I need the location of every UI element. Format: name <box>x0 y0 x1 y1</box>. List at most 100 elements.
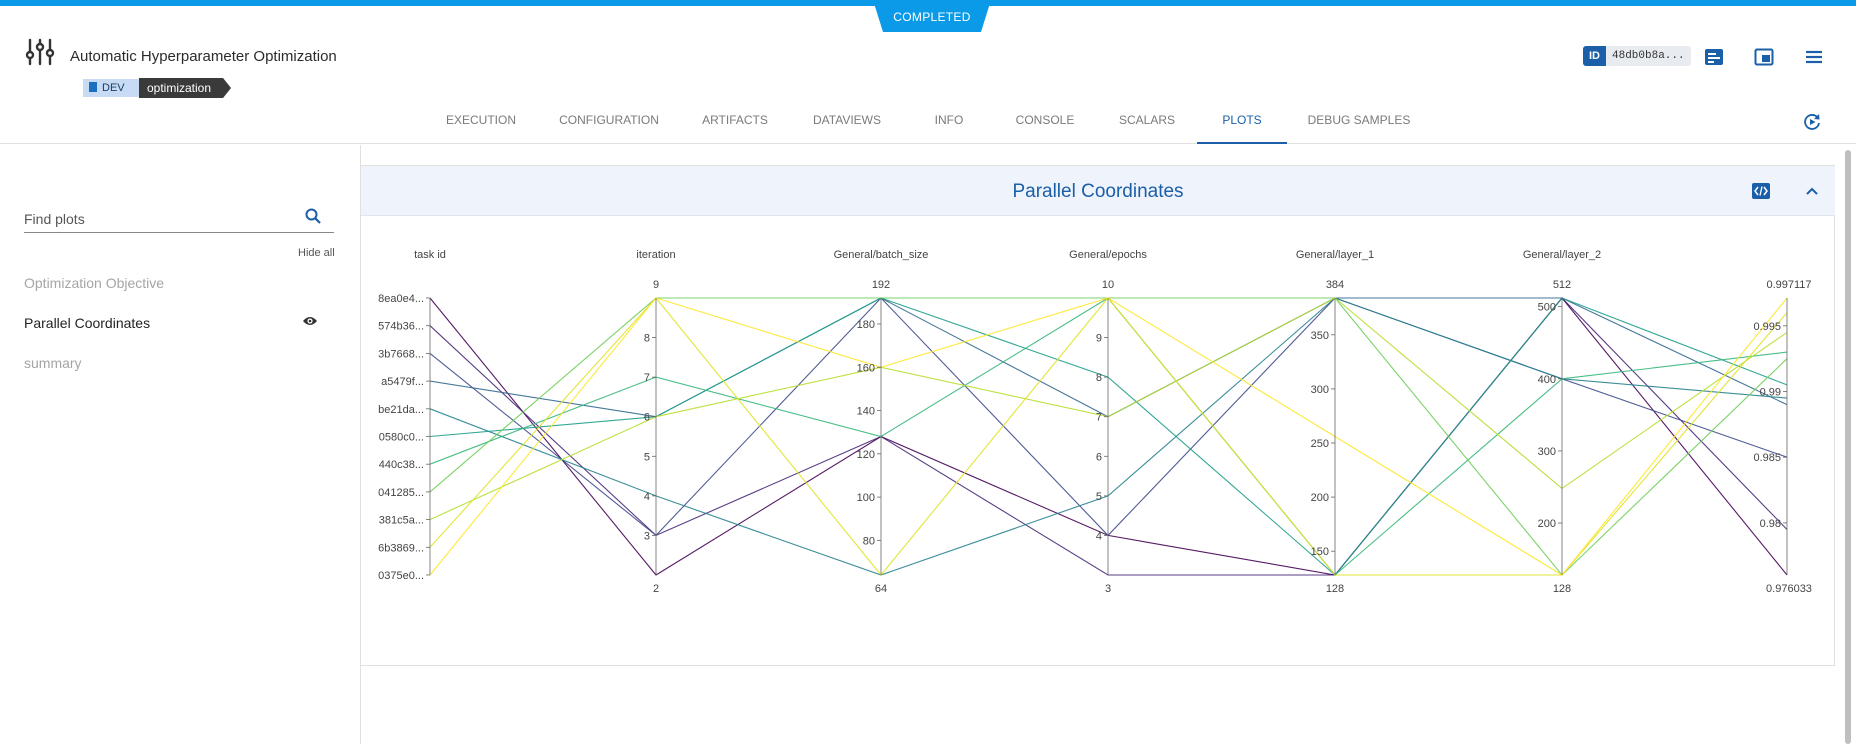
task-title: Automatic Hyperparameter Optimization <box>70 48 337 65</box>
axis-title: iteration <box>636 249 675 261</box>
tick-label: 10 <box>1102 279 1114 291</box>
tick-label: 9 <box>653 279 659 291</box>
plots-content: Parallel Coordinates task id 8ea0e4... 574… <box>361 145 1856 744</box>
tick-label: 200 <box>1311 492 1329 504</box>
tick-label: 9 <box>1096 333 1102 345</box>
tick-label: 300 <box>1538 446 1556 458</box>
tick-label: 0.98 <box>1760 518 1781 530</box>
auto-refresh-icon[interactable] <box>1802 112 1822 132</box>
tick-label: 5 <box>1096 491 1102 503</box>
tick-label: 0.997117 <box>1766 279 1811 291</box>
tick-label: 300 <box>1311 384 1329 396</box>
tick-label: 8ea0e4... <box>378 293 424 305</box>
tick-label: 120 <box>857 449 875 461</box>
data-line-4 <box>429 297 1788 576</box>
tab-console[interactable]: CONSOLE <box>1010 104 1080 144</box>
data-line-10 <box>429 297 1788 576</box>
polyline-group <box>429 297 1788 576</box>
plot-panel-header: Parallel Coordinates <box>361 166 1835 216</box>
tick-label: 6 <box>1096 451 1102 463</box>
data-line-9 <box>429 297 1788 576</box>
tick-label: a5479f... <box>381 376 424 388</box>
plot-item-parallel-coordinates[interactable]: Parallel Coordinates <box>24 315 150 331</box>
axis-0: task id 8ea0e4... 574b36... 3b7668... a5479f… <box>378 249 446 582</box>
tick-label: 400 <box>1538 374 1556 386</box>
tab-debug-samples[interactable]: DEBUG SAMPLES <box>1306 104 1412 144</box>
tag-optimization[interactable]: optimization <box>139 78 231 98</box>
tick-label: 384 <box>1326 279 1344 291</box>
chevron-up-icon[interactable] <box>1804 183 1820 199</box>
tick-label: 8 <box>1096 372 1102 384</box>
tick-label: 4 <box>644 491 650 503</box>
tab-configuration[interactable]: CONFIGURATION <box>556 104 662 144</box>
parallel-coordinates-chart: task id 8ea0e4... 574b36... 3b7668... a5479f… <box>378 249 1812 595</box>
hide-all-link[interactable]: Hide all <box>298 247 335 259</box>
tab-plots[interactable]: PLOTS <box>1197 104 1287 144</box>
tick-label: 3 <box>644 530 650 542</box>
tick-label: 0580c0... <box>379 432 424 444</box>
eye-icon[interactable] <box>302 315 318 327</box>
tick-label: 574b36... <box>378 321 424 333</box>
tab-dataviews[interactable]: DATAVIEWS <box>808 104 886 144</box>
search-icon[interactable] <box>304 207 322 225</box>
tab-info[interactable]: INFO <box>922 104 976 144</box>
menu-icon[interactable] <box>1803 46 1825 68</box>
data-line-6 <box>429 297 1788 576</box>
tick-label: 440c38... <box>379 459 424 471</box>
tick-label: 7 <box>644 372 650 384</box>
tick-label: 500 <box>1538 302 1556 314</box>
plot-panel: Parallel Coordinates task id 8ea0e4... 574… <box>361 165 1835 666</box>
tick-label: 2 <box>653 583 659 595</box>
plot-item-optimization-objective[interactable]: Optimization Objective <box>24 275 164 291</box>
embed-code-icon[interactable] <box>1752 183 1770 199</box>
tick-label: 64 <box>875 583 887 595</box>
tick-label: 100 <box>857 492 875 504</box>
tick-label: 0.99 <box>1760 387 1781 399</box>
tick-label: 0375e0... <box>378 570 424 582</box>
axis-3: General/epochs 3 4 5 6 7 8 9 10 <box>1069 249 1147 595</box>
data-line-8 <box>429 297 1788 521</box>
find-plots-input[interactable] <box>24 205 334 233</box>
tab-execution[interactable]: EXECUTION <box>442 104 520 144</box>
axis-title: General/epochs <box>1069 249 1147 261</box>
axis-title: General/batch_size <box>834 249 929 261</box>
data-line-0 <box>429 297 1788 576</box>
sliders-icon <box>25 38 55 66</box>
axis-title: General/layer_2 <box>1523 249 1601 261</box>
tick-label: be21da... <box>378 404 424 416</box>
axis-2: General/batch_size 64 80 100 120 140 160 180 192 <box>834 249 929 595</box>
tick-label: 140 <box>857 406 875 418</box>
scrollbar[interactable] <box>1845 150 1851 744</box>
tag-dev[interactable]: DEV <box>83 79 139 97</box>
tag-label: DEV <box>102 82 125 94</box>
tick-label: 150 <box>1311 546 1329 558</box>
tick-label: 8 <box>644 333 650 345</box>
tab-bar: EXECUTION CONFIGURATION ARTIFACTS DATAVI… <box>0 104 1856 144</box>
axis-title: task id <box>414 249 446 261</box>
tick-label: 5 <box>644 451 650 463</box>
tab-artifacts[interactable]: ARTIFACTS <box>694 104 776 144</box>
axis-title: General/layer_1 <box>1296 249 1374 261</box>
tab-scalars[interactable]: SCALARS <box>1114 104 1180 144</box>
tick-label: 192 <box>872 279 890 291</box>
axis-1: iteration 2 3 4 5 6 7 8 9 <box>636 249 675 595</box>
tick-label: 4 <box>1096 530 1102 542</box>
task-id-badge[interactable]: ID 48db0b8a... <box>1583 46 1691 66</box>
axis-4: General/layer_1 128 150 200 250 300 350 384 <box>1296 249 1374 595</box>
tick-label: 512 <box>1553 279 1571 291</box>
tick-label: 6b3869... <box>378 542 424 554</box>
tick-label: 7 <box>1096 412 1102 424</box>
data-line-1 <box>429 297 1788 576</box>
info-panel-icon[interactable] <box>1703 46 1725 68</box>
plot-title: Parallel Coordinates <box>1012 181 1184 202</box>
tick-label: 0.995 <box>1753 321 1781 333</box>
plot-item-summary[interactable]: summary <box>24 355 82 371</box>
tick-label: 3b7668... <box>378 348 424 360</box>
tick-label: 350 <box>1311 330 1329 342</box>
tag-label: optimization <box>147 81 212 95</box>
layout-icon[interactable] <box>1753 46 1775 68</box>
tick-label: 128 <box>1553 583 1571 595</box>
tick-label: 200 <box>1538 518 1556 530</box>
tick-label: 0.985 <box>1753 452 1781 464</box>
tick-label: 381c5a... <box>379 515 424 527</box>
